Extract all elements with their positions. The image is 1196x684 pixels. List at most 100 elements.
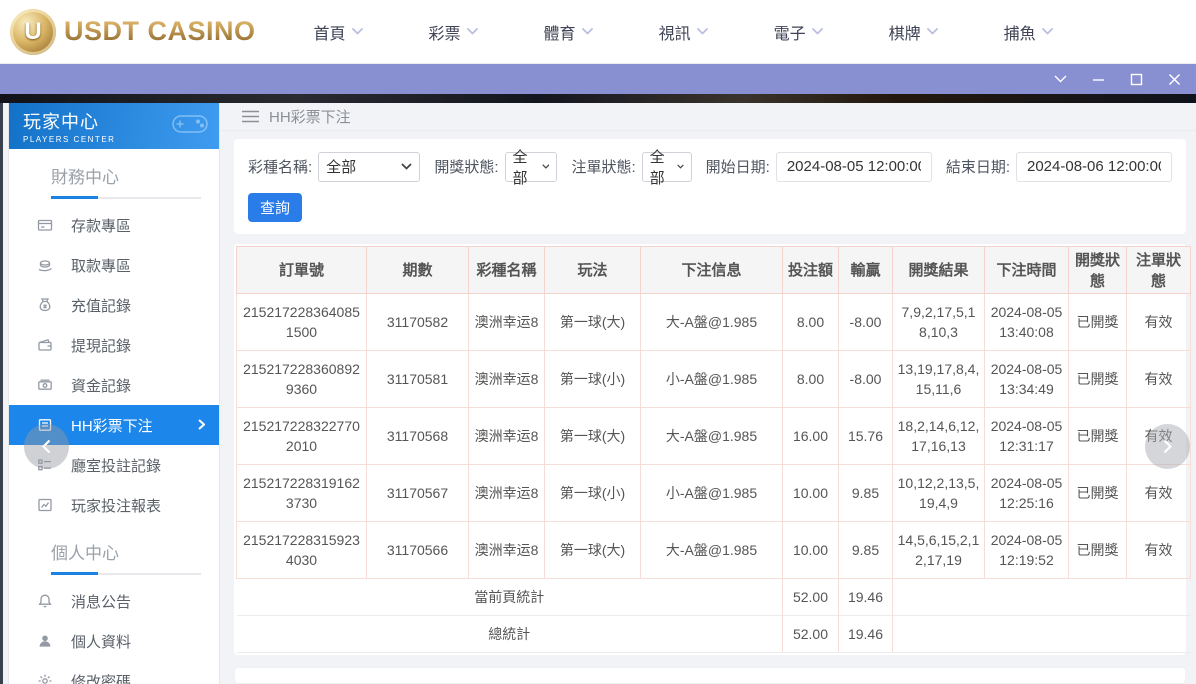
table-row: 2152172283191623730 31170567 澳洲幸运8 第一球(小… bbox=[237, 464, 1191, 521]
cell-draw-status: 已開獎 bbox=[1069, 407, 1127, 464]
cell-bet-info: 大-A盤@1.985 bbox=[641, 521, 783, 578]
cell-bet-amount: 16.00 bbox=[783, 407, 839, 464]
menu-item-sports[interactable]: 體育 bbox=[544, 20, 593, 44]
draw-status-select[interactable]: 全部 bbox=[505, 152, 558, 182]
section-underline bbox=[51, 197, 201, 199]
chevron-down-icon bbox=[812, 28, 823, 35]
page-summary-row: 當前頁統計 52.00 19.46 bbox=[237, 578, 1191, 615]
sidebar-item-label: HH彩票下注 bbox=[71, 415, 153, 436]
cell-lottery-name: 澳洲幸运8 bbox=[469, 521, 545, 578]
cell-bet-info: 大-A盤@1.985 bbox=[641, 407, 783, 464]
cell-period: 31170568 bbox=[367, 407, 469, 464]
breadcrumb: HH彩票下注 bbox=[220, 103, 1196, 131]
col-winloss: 輸贏 bbox=[839, 246, 893, 293]
select-value: 全部 bbox=[326, 156, 356, 177]
cell-order-no: 2152172283227702010 bbox=[237, 407, 367, 464]
chevron-down-icon bbox=[927, 28, 938, 35]
col-bet-info: 下注信息 bbox=[641, 246, 783, 293]
select-value: 全部 bbox=[650, 146, 669, 188]
cell-bet-time: 2024-08-05 12:19:52 bbox=[985, 521, 1069, 578]
hamburger-menu-icon[interactable] bbox=[242, 110, 259, 123]
sidebar-item-player-report[interactable]: 玩家投注報表 bbox=[9, 485, 219, 525]
cell-bet-amount: 8.00 bbox=[783, 293, 839, 350]
sidebar-item-deposit[interactable]: 存款專區 bbox=[9, 205, 219, 245]
menu-item-fishing[interactable]: 捕魚 bbox=[1004, 20, 1053, 44]
collapse-icon[interactable] bbox=[1052, 71, 1068, 87]
table-header-row: 訂單號 期數 彩種名稱 玩法 下注信息 投注額 輸贏 開獎結果 下注時間 開獎狀… bbox=[237, 246, 1191, 293]
collapse-sidebar-button[interactable] bbox=[24, 424, 69, 469]
expand-panel-button[interactable] bbox=[1145, 424, 1190, 469]
sidebar-item-label: 個人資料 bbox=[71, 631, 131, 652]
sidebar-item-withdraw[interactable]: 取款專區 bbox=[9, 245, 219, 285]
start-date-label: 開始日期: bbox=[706, 156, 770, 177]
lottery-name-select[interactable]: 全部 bbox=[318, 152, 420, 182]
gamepad-icon bbox=[171, 111, 209, 137]
cell-draw-result: 14,5,6,15,2,12,17,19 bbox=[893, 521, 985, 578]
menu-item-lottery[interactable]: 彩票 bbox=[429, 20, 478, 44]
cell-order-status: 有效 bbox=[1127, 350, 1191, 407]
cell-bet-time: 2024-08-05 13:40:08 bbox=[985, 293, 1069, 350]
player-center-sidebar: 玩家中心 PLAYERS CENTER 財務中心 存款專區 取款專區 bbox=[8, 103, 220, 684]
search-button[interactable]: 查詢 bbox=[248, 193, 302, 222]
chevron-down-icon bbox=[467, 28, 478, 35]
end-date-input[interactable] bbox=[1016, 152, 1172, 182]
sidebar-item-recharge-record[interactable]: 充值記錄 bbox=[9, 285, 219, 325]
table-row: 2152172283227702010 31170568 澳洲幸运8 第一球(大… bbox=[237, 407, 1191, 464]
announcement-bell-icon bbox=[37, 593, 53, 609]
cell-lottery-name: 澳洲幸运8 bbox=[469, 293, 545, 350]
cell-play: 第一球(小) bbox=[545, 350, 641, 407]
table-row: 2152172283608929360 31170581 澳洲幸运8 第一球(小… bbox=[237, 350, 1191, 407]
summary-empty bbox=[893, 578, 1191, 615]
top-navbar: U USDT CASINO 首頁 彩票 體育 視訊 電子 bbox=[0, 0, 1196, 64]
section-title-finance: 財務中心 bbox=[9, 149, 219, 188]
menu-item-slots[interactable]: 電子 bbox=[774, 20, 823, 44]
cell-order-status: 有效 bbox=[1127, 293, 1191, 350]
chevron-down-icon bbox=[352, 28, 363, 35]
cell-period: 31170567 bbox=[367, 464, 469, 521]
lottery-name-label: 彩種名稱: bbox=[248, 156, 312, 177]
brand-name: USDT CASINO bbox=[64, 16, 256, 47]
minimize-icon[interactable] bbox=[1090, 71, 1106, 87]
cell-order-no: 2152172283159234030 bbox=[237, 521, 367, 578]
cell-period: 31170566 bbox=[367, 521, 469, 578]
menu-label: 電子 bbox=[774, 20, 806, 44]
start-date-input[interactable] bbox=[776, 152, 932, 182]
col-draw-result: 開獎結果 bbox=[893, 246, 985, 293]
page-title: HH彩票下注 bbox=[269, 106, 351, 127]
sidebar-item-label: 廳室投註記錄 bbox=[71, 455, 161, 476]
menu-item-cards[interactable]: 棋牌 bbox=[889, 20, 938, 44]
cell-draw-status: 已開獎 bbox=[1069, 464, 1127, 521]
brand-logo[interactable]: U USDT CASINO bbox=[10, 9, 256, 55]
cell-bet-info: 大-A盤@1.985 bbox=[641, 293, 783, 350]
sidebar-item-change-password[interactable]: 修改密碼 bbox=[9, 661, 219, 684]
sidebar-item-funds-record[interactable]: 資金記錄 bbox=[9, 365, 219, 405]
menu-label: 彩票 bbox=[429, 20, 461, 44]
menu-item-live[interactable]: 視訊 bbox=[659, 20, 708, 44]
col-order-status: 注單狀態 bbox=[1127, 246, 1191, 293]
sidebar-item-profile[interactable]: 個人資料 bbox=[9, 621, 219, 661]
sidebar-item-announcements[interactable]: 消息公告 bbox=[9, 581, 219, 621]
cell-bet-amount: 8.00 bbox=[783, 350, 839, 407]
chevron-down-icon bbox=[401, 163, 412, 170]
summary-bet-total: 52.00 bbox=[783, 615, 839, 652]
grand-summary-row: 總統計 52.00 19.46 bbox=[237, 615, 1191, 652]
deposit-card-icon bbox=[37, 217, 53, 233]
chevron-right-icon bbox=[1163, 439, 1172, 454]
cell-play: 第一球(大) bbox=[545, 293, 641, 350]
chevron-left-icon bbox=[42, 439, 51, 454]
order-status-select[interactable]: 全部 bbox=[642, 152, 692, 182]
maximize-icon[interactable] bbox=[1128, 71, 1144, 87]
chevron-down-icon bbox=[542, 163, 550, 170]
section-title-personal: 個人中心 bbox=[9, 525, 219, 564]
col-lottery-name: 彩種名稱 bbox=[469, 246, 545, 293]
close-icon[interactable] bbox=[1166, 71, 1182, 87]
cell-winloss: -8.00 bbox=[839, 350, 893, 407]
window-divider-strip bbox=[0, 94, 1196, 103]
main-menu: 首頁 彩票 體育 視訊 電子 棋牌 bbox=[314, 20, 1053, 44]
sidebar-item-withdrawal-record[interactable]: 提現記錄 bbox=[9, 325, 219, 365]
cell-draw-status: 已開獎 bbox=[1069, 350, 1127, 407]
menu-item-home[interactable]: 首頁 bbox=[314, 20, 363, 44]
cell-bet-amount: 10.00 bbox=[783, 464, 839, 521]
table-row: 2152172283159234030 31170566 澳洲幸运8 第一球(大… bbox=[237, 521, 1191, 578]
order-status-label: 注單狀態: bbox=[571, 156, 635, 177]
